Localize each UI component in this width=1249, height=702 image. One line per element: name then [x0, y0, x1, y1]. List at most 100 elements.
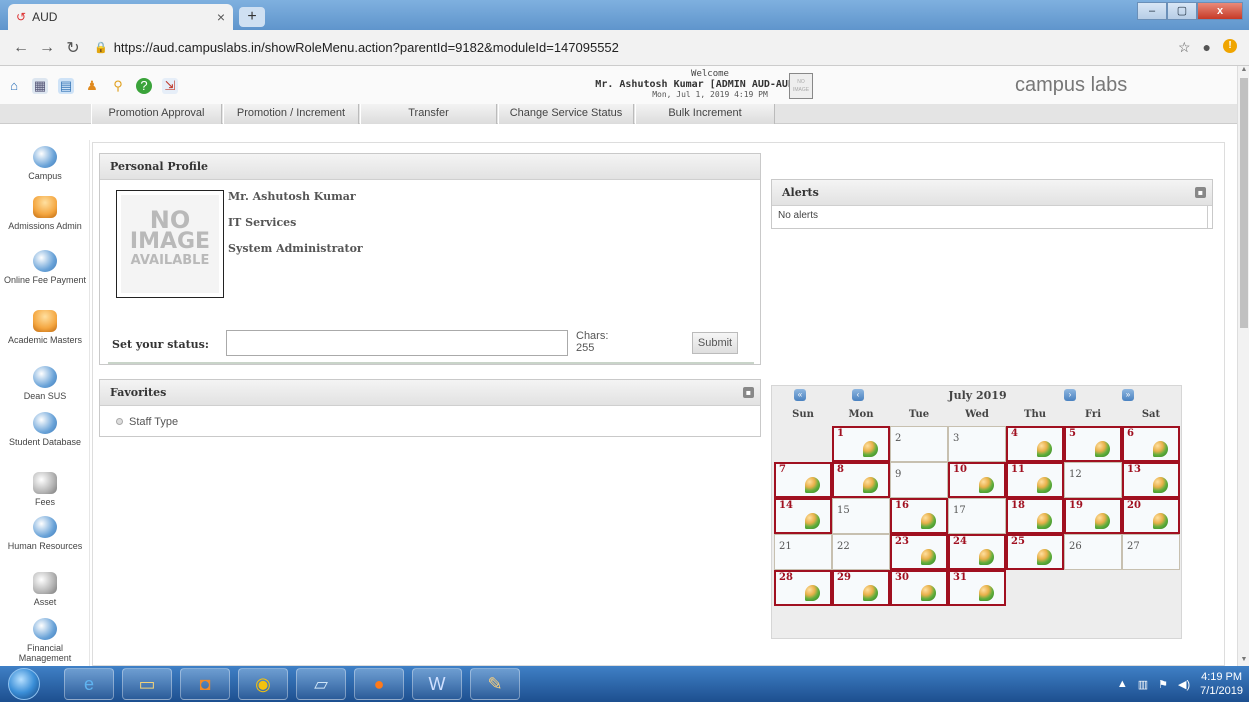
next-year-button[interactable]: » [1122, 389, 1134, 401]
sidebar-item-academic-masters[interactable]: Academic Masters [0, 310, 89, 345]
calendar-day-event[interactable]: 31 [948, 570, 1006, 606]
home-icon[interactable]: ⌂ [6, 78, 22, 94]
outlook-icon[interactable]: ◘ [180, 668, 230, 700]
event-leaf-icon[interactable] [921, 549, 936, 565]
calendar-day-event[interactable]: 13 [1122, 462, 1180, 498]
reload-icon[interactable]: ↻ [60, 38, 86, 58]
sidebar-item-financial-management[interactable]: Financial Management [0, 618, 89, 663]
event-leaf-icon[interactable] [863, 441, 878, 457]
calendar-day-event[interactable]: 23 [890, 534, 948, 570]
event-leaf-icon[interactable] [805, 513, 820, 529]
event-leaf-icon[interactable] [1037, 549, 1052, 565]
scroll-down-icon[interactable]: ▼ [1238, 656, 1249, 666]
sidebar-item-asset[interactable]: Asset [0, 572, 89, 607]
close-window-button[interactable]: x [1197, 2, 1243, 20]
calendar-day[interactable]: 27 [1122, 534, 1180, 570]
event-leaf-icon[interactable] [805, 585, 820, 601]
event-leaf-icon[interactable] [979, 477, 994, 493]
calendar-day-event[interactable]: 7 [774, 462, 832, 498]
collapse-icon[interactable]: ▪ [743, 387, 754, 398]
update-alert-icon[interactable]: ! [1223, 39, 1237, 53]
event-leaf-icon[interactable] [805, 477, 820, 493]
calendar-day-event[interactable]: 16 [890, 498, 948, 534]
url-field[interactable]: https://aud.campuslabs.in/showRoleMenu.a… [114, 40, 1178, 55]
action-center-icon[interactable]: ⚑ [1158, 678, 1168, 691]
word-icon[interactable]: W [412, 668, 462, 700]
calendar-day[interactable]: 12 [1064, 462, 1122, 498]
sidebar-item-dean-sus[interactable]: Dean SUS [0, 366, 89, 401]
volume-icon[interactable]: ◀) [1178, 678, 1190, 691]
event-leaf-icon[interactable] [1095, 441, 1110, 457]
menu-promotion-approval[interactable]: Promotion Approval [91, 104, 222, 124]
calendar-day[interactable]: 26 [1064, 534, 1122, 570]
scroll-up-icon[interactable]: ▲ [1238, 66, 1249, 76]
event-leaf-icon[interactable] [863, 477, 878, 493]
back-arrow-icon[interactable]: ← [8, 39, 34, 57]
show-hidden-icons-icon[interactable]: ▲ [1117, 678, 1128, 690]
paint-icon[interactable]: ✎ [470, 668, 520, 700]
calendar-day-event[interactable]: 8 [832, 462, 890, 498]
page-scrollbar[interactable]: ▲ ▼ [1237, 66, 1249, 666]
favorite-item[interactable]: Staff Type [116, 416, 178, 428]
scroll-thumb[interactable] [1240, 78, 1248, 328]
next-month-button[interactable]: › [1064, 389, 1076, 401]
users-icon[interactable]: ♟ [84, 78, 100, 94]
sidebar-item-campus[interactable]: Campus [0, 146, 89, 181]
submit-status-button[interactable]: Submit [692, 332, 738, 354]
event-leaf-icon[interactable] [1153, 513, 1168, 529]
chrome-icon[interactable]: ◉ [238, 668, 288, 700]
ie-icon[interactable]: e [64, 668, 114, 700]
browser-tab[interactable]: ↺ AUD × [8, 4, 233, 30]
bookmark-star-icon[interactable]: ☆ [1178, 39, 1191, 56]
calendar-day-event[interactable]: 6 [1122, 426, 1180, 462]
notepad-icon[interactable]: ▱ [296, 668, 346, 700]
calendar-day[interactable]: 9 [890, 462, 948, 498]
explorer-icon[interactable]: ▭ [122, 668, 172, 700]
event-leaf-icon[interactable] [1153, 441, 1168, 457]
calendar-day-event[interactable]: 19 [1064, 498, 1122, 534]
start-button[interactable] [8, 668, 40, 700]
search-users-icon[interactable]: ⚲ [110, 78, 126, 94]
new-tab-button[interactable]: + [239, 7, 265, 27]
minimize-button[interactable]: – [1137, 2, 1167, 20]
lock-icon[interactable]: 🔒 [94, 41, 108, 54]
firefox-icon[interactable]: ● [354, 668, 404, 700]
maximize-button[interactable]: ▢ [1167, 2, 1197, 20]
calendar-day[interactable]: 17 [948, 498, 1006, 534]
event-leaf-icon[interactable] [1037, 513, 1052, 529]
menu-bulk-increment[interactable]: Bulk Increment [635, 104, 775, 124]
menu-transfer[interactable]: Transfer [360, 104, 497, 124]
event-leaf-icon[interactable] [863, 585, 878, 601]
header-avatar[interactable]: NO IMAGE [789, 73, 813, 99]
event-leaf-icon[interactable] [1037, 441, 1052, 457]
event-leaf-icon[interactable] [979, 549, 994, 565]
system-clock[interactable]: 4:19 PM 7/1/2019 [1200, 670, 1243, 698]
event-leaf-icon[interactable] [921, 513, 936, 529]
event-leaf-icon[interactable] [979, 585, 994, 601]
calendar-day[interactable]: 15 [832, 498, 890, 534]
calendar-day-event[interactable]: 5 [1064, 426, 1122, 462]
calendar-day-event[interactable]: 18 [1006, 498, 1064, 534]
calendar-day-event[interactable]: 11 [1006, 462, 1064, 498]
logout-icon[interactable]: ⇲ [162, 78, 178, 94]
calendar-day-event[interactable]: 29 [832, 570, 890, 606]
calendar-day-event[interactable]: 4 [1006, 426, 1064, 462]
event-leaf-icon[interactable] [1153, 477, 1168, 493]
forward-arrow-icon[interactable]: → [34, 39, 60, 57]
calendar-icon[interactable]: ▦ [32, 78, 48, 94]
calendar-day-event[interactable]: 1 [832, 426, 890, 462]
calendar-day[interactable]: 3 [948, 426, 1006, 462]
calendar-day[interactable]: 21 [774, 534, 832, 570]
calendar-day-event[interactable]: 30 [890, 570, 948, 606]
sidebar-item-human-resources[interactable]: Human Resources [0, 516, 89, 551]
sidebar-item-online-fee-payment[interactable]: Online Fee Payment [0, 250, 89, 285]
collapse-icon[interactable]: ▪ [1195, 187, 1206, 198]
calendar-day-event[interactable]: 20 [1122, 498, 1180, 534]
event-leaf-icon[interactable] [1037, 477, 1052, 493]
calendar-day-event[interactable]: 28 [774, 570, 832, 606]
event-leaf-icon[interactable] [921, 585, 936, 601]
status-input[interactable] [226, 330, 568, 356]
sidebar-item-student-database[interactable]: Student Database [0, 412, 89, 447]
network-icon[interactable]: ▥ [1138, 678, 1148, 691]
calendar-day[interactable]: 2 [890, 426, 948, 462]
